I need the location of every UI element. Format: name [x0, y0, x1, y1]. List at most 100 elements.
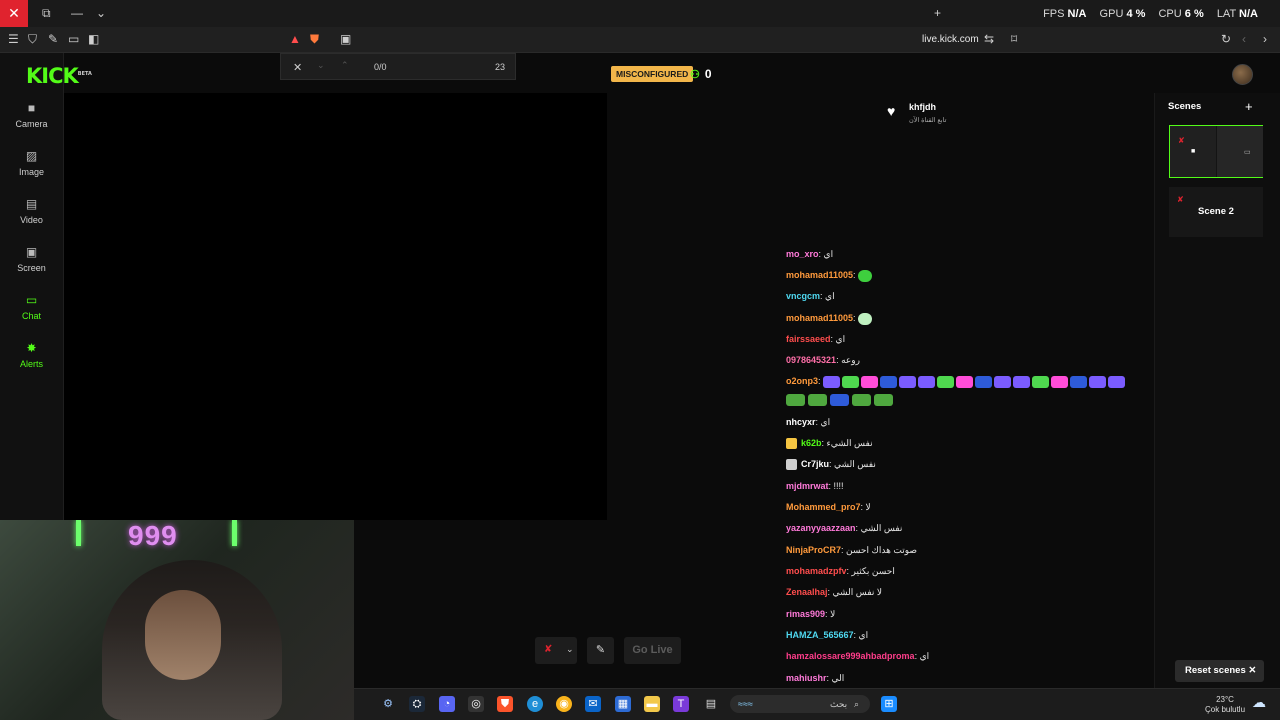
performance-stats: FPS N/A GPU 4 % CPU 6 % LAT N/A — [1043, 8, 1268, 20]
settings-sliders-icon[interactable]: ⇆ — [984, 32, 994, 46]
chevron-down-icon[interactable]: ⌄ — [317, 60, 325, 71]
neon-light — [76, 520, 81, 546]
mic-control[interactable]: ✘ ⌄ — [535, 637, 577, 664]
chat-message: HAMZA_565667: اي — [786, 630, 869, 640]
stream-preview[interactable] — [64, 93, 607, 520]
video-icon: ▤ — [25, 197, 38, 211]
chat-username[interactable]: mjdmrwat — [786, 481, 829, 491]
add-scene-button[interactable]: + — [1245, 99, 1253, 114]
teams-icon[interactable]: T — [673, 696, 689, 712]
chat-username[interactable]: vncgcm — [786, 291, 820, 301]
windows-start-icon[interactable]: ⊞ — [881, 696, 897, 712]
chat-username[interactable]: HAMZA_565667 — [786, 630, 854, 640]
window-icon[interactable]: ▭ — [68, 32, 79, 46]
chrome-icon[interactable]: ◉ — [556, 696, 572, 712]
discord-icon[interactable]: ◔ — [439, 696, 455, 712]
chat-username[interactable]: fairssaeed — [786, 334, 831, 344]
avatar[interactable] — [1232, 64, 1253, 85]
chat-username[interactable]: Mohammed_pro7 — [786, 502, 861, 512]
mic-muted-icon[interactable]: ✘ — [544, 644, 552, 655]
fps-value: N/A — [1067, 8, 1087, 20]
edit-button[interactable]: ✎ — [587, 637, 614, 664]
mic-muted-icon: ✘ — [1177, 195, 1184, 204]
menu-icon[interactable]: ☰ — [8, 32, 19, 46]
pin-icon[interactable]: ✎ — [48, 32, 58, 46]
chat-text: نفس الشي — [860, 523, 903, 533]
user-badge-icon — [786, 459, 797, 471]
chat-username[interactable]: k62b — [801, 438, 822, 448]
reset-scenes-button[interactable]: Reset scenes ✕ — [1175, 660, 1264, 682]
chat-username[interactable]: mohamadzpfv — [786, 566, 847, 576]
chevron-up-icon[interactable]: ⌃ — [341, 60, 349, 71]
rail-item-alerts[interactable]: ✸ Alerts — [0, 341, 63, 381]
mic-muted-icon: ✘ — [1178, 136, 1185, 145]
chevron-down-icon[interactable]: ⌄ — [566, 644, 574, 655]
shield-icon[interactable]: ⛉ — [28, 32, 37, 47]
chat-username[interactable]: nhcyxr — [786, 417, 816, 427]
viewers-icon: ⚇ — [690, 69, 700, 81]
mail-icon[interactable]: ✉ — [585, 696, 601, 712]
weather-widget[interactable]: 23°C Çok bulutlu — [1205, 695, 1245, 715]
chat-username[interactable]: mo_xro — [786, 249, 819, 259]
folder-icon[interactable]: ▬ — [644, 696, 660, 712]
settings-gear-icon[interactable]: ⚙ — [380, 696, 396, 712]
brave-shield-icon[interactable]: ⛊ — [310, 32, 319, 47]
obs-icon[interactable]: ◎ — [468, 696, 484, 712]
close-icon[interactable]: ✕ — [0, 0, 28, 27]
chat-username[interactable]: hamzalossare999ahbadproma — [786, 651, 915, 661]
chat-username[interactable]: o2onp3 — [786, 376, 818, 386]
chat-username[interactable]: Cr7jku — [801, 459, 829, 469]
emote-icon — [937, 375, 955, 388]
chat-message: 0978645321: روعه — [786, 355, 860, 365]
back-icon[interactable]: ‹ — [1242, 32, 1246, 46]
chat-text: لا — [865, 502, 871, 512]
chat-username[interactable]: mahiushr — [786, 673, 827, 683]
rail-item-video[interactable]: ▤ Video — [0, 197, 63, 237]
edge-icon[interactable]: e — [527, 696, 543, 712]
scene-thumbnail-2[interactable]: ✘ Scene 2 — [1169, 187, 1263, 237]
reader-icon[interactable]: ▣ — [340, 32, 351, 46]
status-badge[interactable]: MISCONFIGURED — [611, 66, 694, 82]
go-live-button[interactable]: Go Live — [624, 637, 681, 664]
tab-icon[interactable]: ⧉ — [42, 6, 51, 21]
chat-username[interactable]: rimas909 — [786, 609, 825, 619]
chat-text: نفس الشيء — [826, 438, 873, 448]
fps-label: FPS — [1043, 8, 1065, 20]
steam-icon[interactable]: ⛭ — [409, 696, 425, 712]
search-illustration-icon: ≈≈≈ — [738, 699, 753, 709]
minimize-icon[interactable]: — — [71, 6, 83, 20]
reset-scenes-label: Reset scenes — [1185, 665, 1246, 676]
emote-icon — [823, 375, 841, 388]
rail-item-camera[interactable]: ■ Camera — [0, 101, 63, 141]
taskview-icon[interactable]: ▤ — [703, 696, 719, 712]
chat-text: اي — [858, 630, 869, 640]
store-icon[interactable]: ▦ — [615, 696, 631, 712]
chat-username[interactable]: mohamad11005 — [786, 270, 853, 280]
screen-icon: ▣ — [25, 245, 38, 259]
chat-username[interactable]: 0978645321 — [786, 355, 836, 365]
new-tab-icon[interactable]: + — [934, 6, 941, 20]
emote-icon — [786, 393, 805, 406]
url-text[interactable]: live.kick.com — [922, 34, 979, 45]
chat-message: mahiushr: الي — [786, 673, 845, 683]
sidebar-icon[interactable]: ◧ — [88, 32, 99, 46]
chat-username[interactable]: yazanyyaazzaan — [786, 523, 856, 533]
brave-icon[interactable]: ⛊ — [497, 696, 513, 712]
close-find-icon[interactable]: ✕ — [293, 61, 302, 74]
forward-icon[interactable]: › — [1263, 32, 1267, 46]
scenes-panel — [1154, 93, 1280, 688]
chevron-down-icon[interactable]: ⌄ — [96, 6, 106, 20]
reload-icon[interactable]: ↻ — [1221, 32, 1231, 46]
image-icon: ▨ — [25, 149, 38, 163]
rail-item-image[interactable]: ▨ Image — [0, 149, 63, 189]
chat-username[interactable]: mohamad11005 — [786, 313, 853, 323]
warning-icon[interactable]: ▲ — [289, 32, 301, 46]
beta-tag: BETA — [77, 71, 92, 77]
chat-username[interactable]: Zenaalhaj — [786, 587, 828, 597]
rail-item-screen[interactable]: ▣ Screen — [0, 245, 63, 285]
rail-item-chat[interactable]: ▭ Chat — [0, 293, 63, 333]
scene-thumbnail-1[interactable]: ✘ ■ ▭ — [1169, 125, 1263, 178]
bookmark-icon[interactable]: ⌑ — [1011, 32, 1017, 46]
taskbar-search[interactable]: ≈≈≈ بحث ⌕ — [730, 695, 870, 713]
chat-username[interactable]: NinjaProCR7 — [786, 545, 841, 555]
